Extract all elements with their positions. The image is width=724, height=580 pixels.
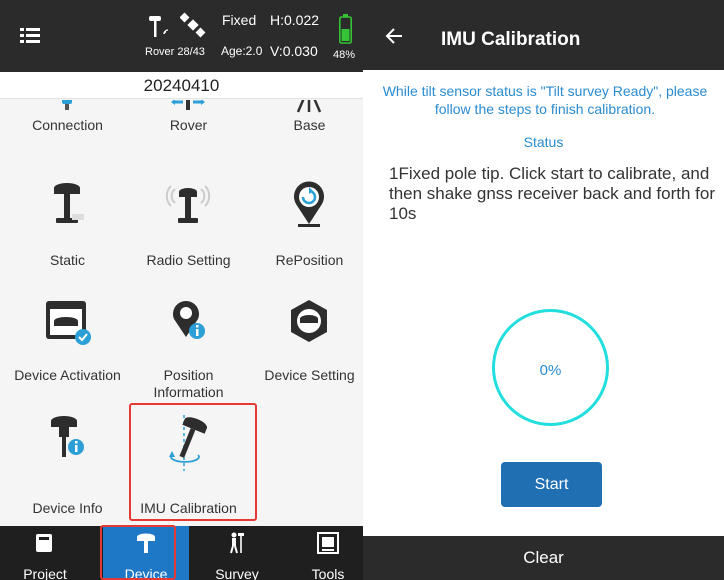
tile-label: Device Info (32, 500, 103, 516)
gnss-status-bar: Fixed H:0.022 Rover 28/43 Age:2.0 V:0.03… (0, 0, 363, 72)
progress-percent: 0% (539, 362, 562, 379)
app-bar: IMU Calibration (363, 0, 724, 70)
static-receiver-icon (54, 183, 84, 223)
tile-label: Static (49, 252, 85, 268)
tile-label: RePosition (275, 252, 344, 268)
correction-age: Age:2.0 (221, 44, 263, 58)
project-icon (36, 534, 52, 552)
main-menu-panel: Fixed H:0.022 Rover 28/43 Age:2.0 V:0.03… (0, 0, 363, 580)
rover-satellites: Rover 28/43 (145, 46, 205, 58)
tile-device-info[interactable]: Device Info (7, 413, 128, 525)
clear-button[interactable]: Clear (363, 536, 724, 580)
survey-icon (230, 532, 244, 554)
tile-position-information[interactable]: Position Information (128, 297, 249, 414)
back-arrow-icon[interactable] (385, 27, 403, 45)
tile-label: Base (293, 117, 326, 133)
position-info-icon (173, 301, 205, 339)
tile-device-activation[interactable]: Device Activation (7, 297, 128, 414)
tile-label: Radio Setting (146, 252, 231, 268)
tile-reposition[interactable]: RePosition (249, 180, 363, 297)
tools-icon (317, 532, 339, 554)
device-function-grid: Connection Rover Base Static Radio Setti… (0, 100, 363, 525)
imu-calibration-screen: IMU Calibration While tilt sensor status… (363, 0, 724, 580)
fix-status: Fixed (222, 12, 257, 28)
v-precision: V:0.030 (270, 43, 318, 59)
bottom-navigation: Project Device Survey Tools (0, 526, 363, 580)
bottom-action-bar: Clear (363, 536, 724, 580)
tile-label: Position Information (153, 367, 224, 400)
radio-receiver-icon (165, 185, 211, 223)
calibration-step-text: 1Fixed pole tip. Click start to calibrat… (389, 164, 716, 223)
rover-antenna-icon (149, 16, 169, 37)
nav-tools[interactable]: Tools (283, 526, 363, 580)
tile-label: Rover (169, 117, 208, 133)
tile-radio-setting[interactable]: Radio Setting (128, 180, 249, 297)
device-activation-icon (46, 301, 91, 345)
reposition-icon (294, 181, 324, 227)
tile-device-setting[interactable]: Device Setting (249, 297, 363, 414)
satellite-icon (180, 12, 206, 38)
h-precision: H:0.022 (270, 12, 320, 28)
device-info-icon (51, 416, 84, 457)
menu-icon[interactable] (20, 28, 40, 44)
nav-label: Tools (311, 566, 345, 580)
nav-label: Project (23, 566, 67, 580)
tile-label: Device Setting (264, 367, 355, 383)
device-setting-icon (291, 300, 327, 342)
tile-static[interactable]: Static (7, 180, 128, 297)
nav-project[interactable]: Project (0, 526, 90, 580)
progress-ring: 0% (492, 309, 609, 426)
tile-label: Connection (32, 117, 103, 133)
calibration-instruction: While tilt sensor status is "Tilt survey… (382, 83, 708, 117)
page-title: IMU Calibration (441, 29, 581, 50)
battery-icon (339, 14, 352, 44)
start-button[interactable]: Start (501, 462, 602, 507)
tile-label: Device Activation (14, 367, 121, 383)
device-tab-highlight (100, 525, 176, 580)
nav-survey[interactable]: Survey (192, 526, 282, 580)
imu-calibration-highlight (129, 403, 257, 521)
battery-percent: 48% (333, 49, 356, 61)
project-name: 20240410 (0, 72, 363, 99)
status-label: Status (523, 134, 564, 150)
nav-label: Survey (215, 566, 259, 580)
